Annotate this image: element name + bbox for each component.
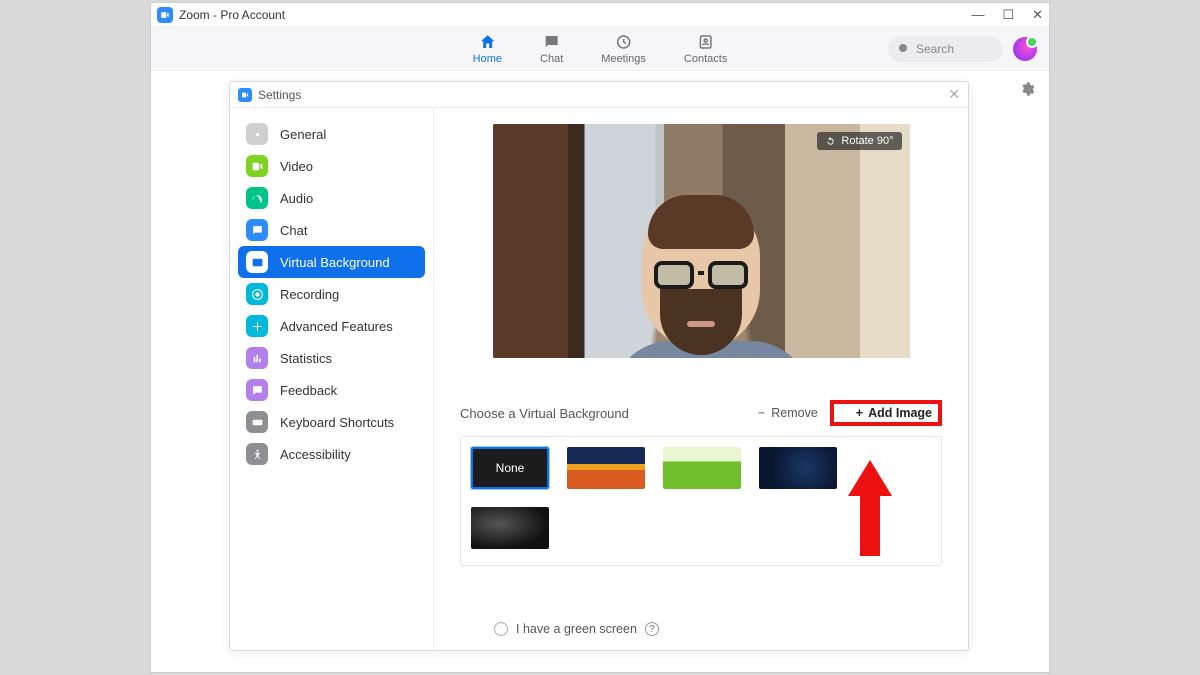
background-thumb-none[interactable]: None [471,447,549,489]
nav-meetings[interactable]: Meetings [601,33,646,65]
headphones-icon [246,187,268,209]
clock-icon [615,33,633,51]
choose-background-label: Choose a Virtual Background [460,406,629,421]
sidebar-item-chat[interactable]: Chat [238,214,425,246]
sidebar-item-audio[interactable]: Audio [238,182,425,214]
add-image-label: Add Image [868,406,932,420]
nav-contacts[interactable]: Contacts [684,33,727,65]
rotate-icon [825,136,836,147]
sidebar-item-general[interactable]: General [238,118,425,150]
choose-row: Choose a Virtual Background −Remove + Add… [460,400,942,426]
background-thumb-grass[interactable] [663,447,741,489]
nav-home-label: Home [473,53,502,65]
add-image-button[interactable]: + Add Image [856,406,932,420]
background-thumb-dark[interactable] [471,507,549,549]
keyboard-icon [246,411,268,433]
sidebar-label: Keyboard Shortcuts [280,415,394,430]
video-icon [246,155,268,177]
zoom-logo-icon [238,88,252,102]
home-icon [478,33,496,51]
sidebar-label: Statistics [280,351,332,366]
sidebar-item-advanced[interactable]: Advanced Features [238,310,425,342]
nav-meetings-label: Meetings [601,53,646,65]
zoom-logo-icon [157,7,173,23]
thumb-none-label: None [496,461,525,475]
rotate-label: Rotate 90° [841,135,893,147]
search-input[interactable]: Search [888,36,1003,62]
accessibility-icon [246,443,268,465]
background-thumbnails-panel: None [460,436,942,566]
maximize-button[interactable]: ☐ [1002,7,1014,23]
gear-icon [246,123,268,145]
sidebar-item-video[interactable]: Video [238,150,425,182]
feedback-icon [246,379,268,401]
remove-label: Remove [771,406,818,420]
remove-button[interactable]: −Remove [758,406,818,420]
record-icon [246,283,268,305]
contacts-icon [697,33,715,51]
nav-chat-label: Chat [540,53,563,65]
sidebar-item-keyboard[interactable]: Keyboard Shortcuts [238,406,425,438]
settings-window: Settings ✕ General Video Audio Chat Virt… [229,81,969,651]
search-placeholder: Search [916,42,954,56]
sidebar-label: Audio [280,191,313,206]
settings-title: Settings [258,88,301,102]
sidebar-label: General [280,127,326,142]
minimize-button[interactable]: — [971,7,984,23]
settings-main: Rotate 90° Choose a Virtual Background −… [434,108,968,650]
annotation-highlight: + Add Image [830,400,942,426]
window-controls: — ☐ ✕ [971,7,1043,23]
window-title: Zoom - Pro Account [179,8,285,22]
sidebar-item-accessibility[interactable]: Accessibility [238,438,425,470]
green-screen-radio[interactable] [494,622,508,636]
search-icon [898,43,910,55]
sidebar-label: Accessibility [280,447,351,462]
sidebar-item-statistics[interactable]: Statistics [238,342,425,374]
nav-chat[interactable]: Chat [540,33,563,65]
content-area: Settings ✕ General Video Audio Chat Virt… [151,71,1049,672]
green-screen-label: I have a green screen [516,622,637,636]
settings-gear-icon[interactable] [1019,81,1035,102]
chat-icon [543,33,561,51]
background-thumb-bridge[interactable] [567,447,645,489]
settings-sidebar: General Video Audio Chat Virtual Backgro… [230,108,434,650]
chart-icon [246,347,268,369]
top-nav: Home Chat Meetings Contacts Search [151,27,1049,71]
minus-icon: − [758,406,765,420]
sidebar-label: Video [280,159,313,174]
sidebar-label: Chat [280,223,307,238]
close-button[interactable]: ✕ [1032,7,1043,23]
background-thumb-space[interactable] [759,447,837,489]
virtual-background-icon [246,251,268,273]
plus-icon [246,315,268,337]
sidebar-label: Recording [280,287,339,302]
help-icon[interactable]: ? [645,622,659,636]
sidebar-label: Advanced Features [280,319,393,334]
sidebar-label: Feedback [280,383,337,398]
titlebar: Zoom - Pro Account — ☐ ✕ [151,3,1049,27]
sidebar-item-recording[interactable]: Recording [238,278,425,310]
camera-preview: Rotate 90° [493,124,910,358]
settings-titlebar: Settings ✕ [230,82,968,108]
sidebar-item-feedback[interactable]: Feedback [238,374,425,406]
sidebar-item-virtual-background[interactable]: Virtual Background [238,246,425,278]
sidebar-label: Virtual Background [280,255,390,270]
zoom-main-window: Zoom - Pro Account — ☐ ✕ Home Chat Meeti… [150,2,1050,673]
profile-avatar[interactable] [1013,37,1037,61]
nav-home[interactable]: Home [473,33,502,65]
plus-icon: + [856,406,863,420]
settings-close-button[interactable]: ✕ [948,86,960,103]
green-screen-row: I have a green screen ? [460,612,942,640]
preview-person [611,199,791,358]
chat-icon [246,219,268,241]
rotate-button[interactable]: Rotate 90° [817,132,901,150]
nav-contacts-label: Contacts [684,53,727,65]
